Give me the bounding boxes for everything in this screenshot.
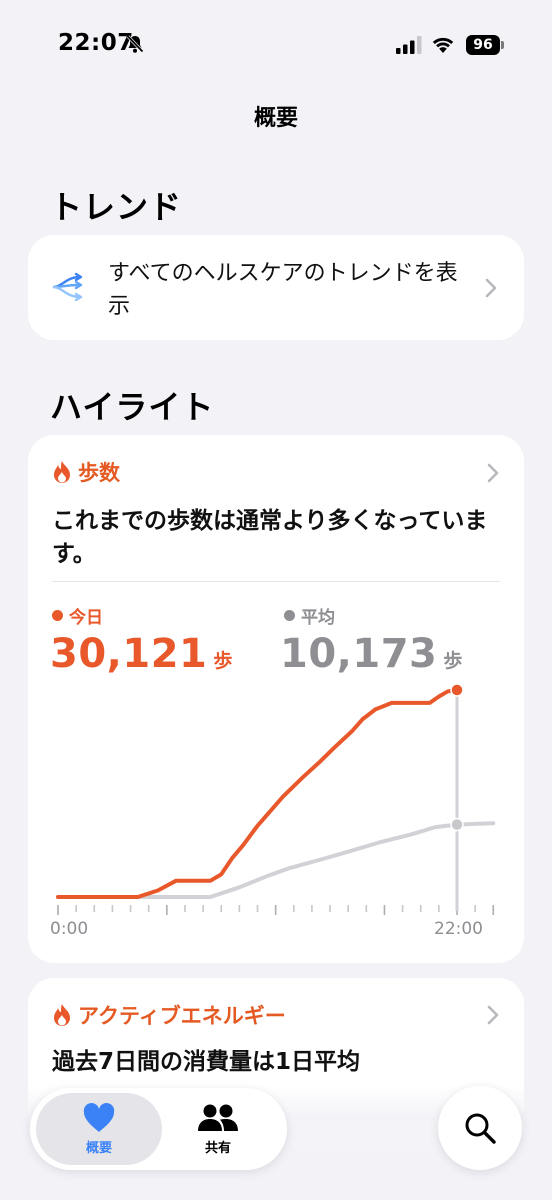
tab-sharing-label: 共有 [204, 1140, 231, 1156]
tab-summary-label: 概要 [85, 1140, 112, 1156]
section-title-highlights: ハイライト [50, 388, 215, 426]
tab-bar: 概要 共有 [30, 1088, 287, 1170]
energy-card-title: アクティブエネルギー [78, 1004, 286, 1028]
bell-slash-icon [126, 35, 144, 53]
heart-icon [83, 1102, 115, 1132]
all-trends-label: すべてのヘルスケアのトレンドを表示 [108, 261, 458, 319]
energy-card-header: アクティブエネルギー [52, 1000, 286, 1030]
search-icon [465, 1113, 496, 1144]
average-series-line [56, 821, 496, 899]
x-axis-end-label: 22:00 [434, 919, 483, 939]
all-trends-card[interactable]: すべてのヘルスケアのトレンドを表示 [28, 235, 524, 340]
cellular-signal-icon [396, 36, 422, 54]
battery-indicator: 96 [466, 35, 500, 55]
chevron-right-icon [485, 278, 497, 298]
tab-summary[interactable]: 概要 [36, 1088, 162, 1170]
section-title-trends: トレンド [50, 188, 183, 226]
tab-sharing[interactable]: 共有 [162, 1088, 274, 1170]
trends-arrows-icon [52, 272, 83, 302]
steps-chart: 0:00 22:00 [50, 683, 496, 939]
search-button[interactable] [438, 1086, 522, 1170]
energy-card-description: 過去7日間の消費量は1日平均 [52, 1049, 361, 1075]
battery-cap [501, 41, 504, 49]
flame-icon [54, 1004, 70, 1026]
page-title: 概要 [253, 106, 298, 131]
people-icon [198, 1104, 238, 1131]
chevron-right-icon [487, 1005, 499, 1025]
today-current-point [450, 683, 464, 697]
average-current-point [450, 817, 464, 832]
status-time: 22:07 [58, 30, 134, 56]
status-bar: 22:07 96 [0, 0, 552, 90]
wifi-icon [432, 37, 454, 53]
x-axis-start-label: 0:00 [50, 919, 88, 939]
steps-highlight-card[interactable]: 歩数 これまでの歩数は通常より多くなっています。 今日 30,121 歩 平均 1… [28, 435, 524, 963]
today-series-line [56, 688, 459, 899]
